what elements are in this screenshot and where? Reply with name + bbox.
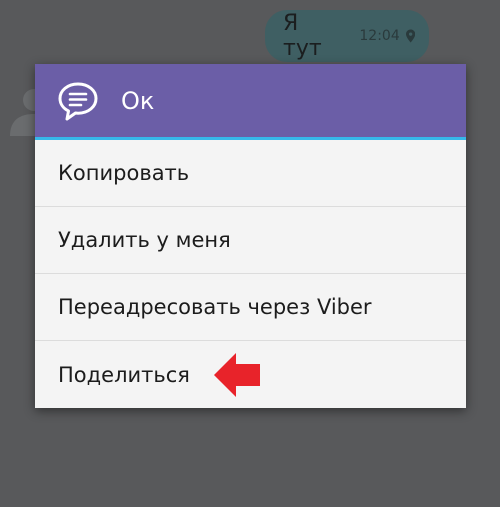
dialog-header: Ок xyxy=(35,64,466,140)
menu-item-delete-for-me[interactable]: Удалить у меня xyxy=(35,207,466,274)
dialog-title: Ок xyxy=(121,86,155,115)
chat-bubble-icon xyxy=(58,82,98,120)
context-menu-list: Копировать Удалить у меня Переадресовать… xyxy=(35,140,466,408)
location-pin-icon xyxy=(405,29,415,43)
message-text: Я тут xyxy=(283,11,322,61)
message-time: 12:04 xyxy=(359,28,400,44)
context-menu-dialog: Ок Копировать Удалить у меня Переадресов… xyxy=(35,64,466,408)
avatar xyxy=(10,89,38,136)
message-bubble[interactable]: Я тут 12:04 xyxy=(265,10,429,62)
menu-item-share-label: Поделиться xyxy=(58,362,190,387)
menu-item-copy[interactable]: Копировать xyxy=(35,140,466,207)
menu-item-forward-via-viber[interactable]: Переадресовать через Viber xyxy=(35,274,466,341)
red-arrow-left-icon xyxy=(214,353,260,397)
menu-item-share[interactable]: Поделиться xyxy=(35,341,466,408)
